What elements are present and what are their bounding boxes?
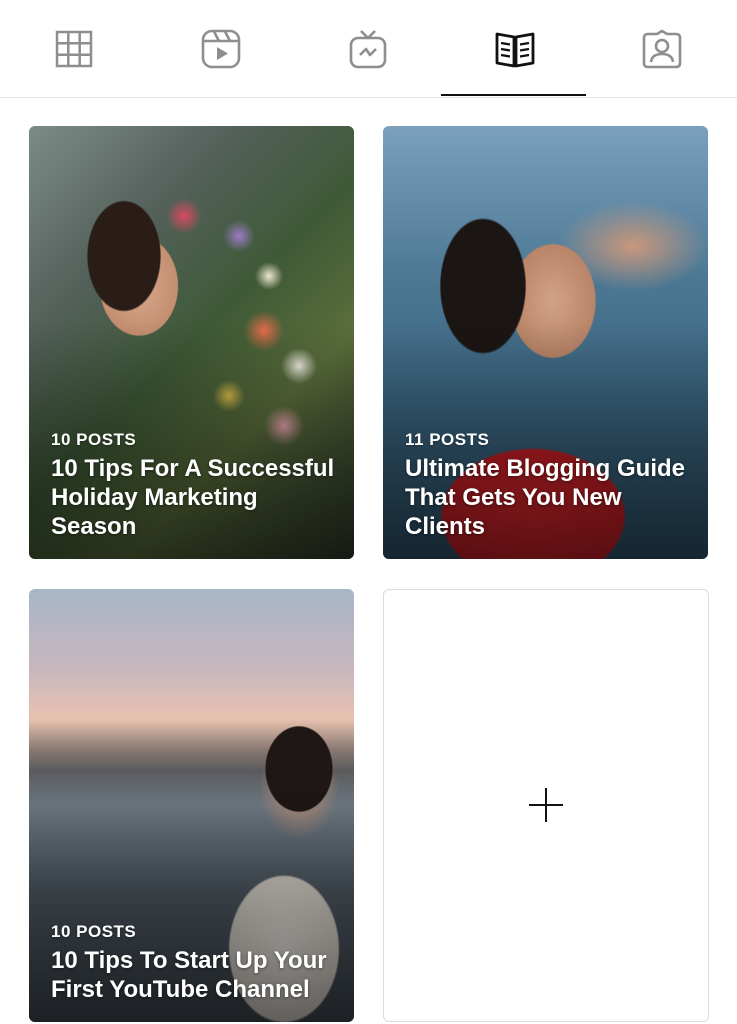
tab-tagged[interactable] — [588, 0, 735, 97]
guide-post-count: 10 POSTS — [51, 430, 137, 449]
guide-title: Ultimate Blogging Guide That Gets You Ne… — [405, 455, 685, 540]
profile-tab-bar — [0, 0, 737, 98]
reels-icon — [201, 29, 240, 68]
tab-igtv[interactable] — [294, 0, 441, 97]
guide-card[interactable]: 11 POSTS Ultimate Blogging Guide That Ge… — [383, 126, 708, 559]
guide-post-count: 10 POSTS — [51, 922, 137, 941]
tab-guides[interactable] — [441, 0, 588, 97]
new-guide-button[interactable] — [383, 589, 709, 1022]
guides-icon — [495, 32, 534, 67]
tab-reels[interactable] — [147, 0, 294, 97]
tab-grid[interactable] — [0, 0, 147, 97]
guide-card[interactable]: 10 POSTS 10 Tips For A Successful Holida… — [29, 126, 354, 559]
guide-card[interactable]: 10 POSTS 10 Tips To Start Up Your First … — [29, 589, 354, 1022]
guide-title: 10 Tips For A Successful Holiday Marketi… — [51, 455, 335, 540]
guide-post-count: 11 POSTS — [405, 430, 490, 449]
igtv-icon — [349, 29, 386, 68]
grid-icon — [55, 30, 92, 67]
active-tab-indicator — [441, 94, 586, 96]
plus-icon — [529, 788, 563, 822]
tagged-icon — [642, 29, 681, 68]
guide-title: 10 Tips To Start Up Your First YouTube C… — [51, 947, 327, 1003]
